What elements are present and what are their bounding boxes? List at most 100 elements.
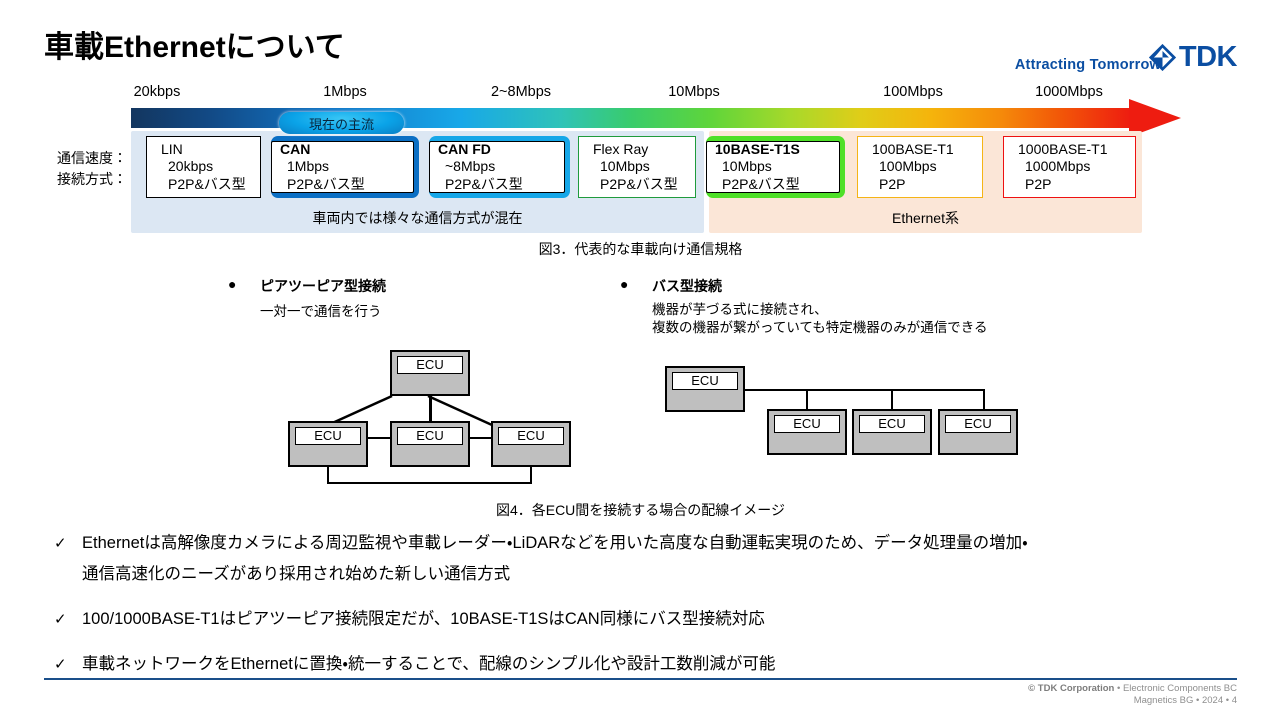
tdk-diamond-icon [1148,44,1176,71]
protocol-box-canfd[interactable]: CAN FD ~8Mbps P2P&バス型 [429,136,570,198]
protocol-speed: ~8Mbps [445,158,496,175]
axis-label-topology: 接続方式： [57,171,127,187]
protocol-box-lin[interactable]: LIN 20kbps P2P&バス型 [146,136,261,198]
p2p-loop-bottom [327,482,532,484]
p2p-heading: ピアツーピア型接続 [260,278,386,294]
p2p-vertical-link [429,396,432,422]
scale-label-4: 100Mbps [883,84,943,100]
footer-divider [44,678,1237,680]
speed-scale-labels: 20kbps 1Mbps 2~8Mbps 10Mbps 100Mbps 1000… [0,84,1281,104]
tdk-wordmark: TDK [1178,41,1238,73]
protocol-box-10base-t1s-inner: 10BASE-T1S 10Mbps P2P&バス型 [706,141,840,193]
slide-root: 車載Ethernetについて Attracting Tomorrow TDK 2… [0,0,1281,721]
ecu-label: ECU [672,372,738,390]
check-icon: ✓ [54,656,67,673]
figure3-caption: 図3．代表的な車載向け通信規格 [538,241,743,257]
scale-label-0: 20kbps [133,84,181,100]
protocol-box-flexray[interactable]: Flex Ray 10Mbps P2P&バス型 [578,136,696,198]
bus-drop-wire [983,389,985,411]
list-item: ✓ Ethernetは高解像度カメラによる周辺監視や車載レーダー・LiDARなど… [52,528,1242,590]
protocol-speed: 1000Mbps [1025,158,1091,175]
scale-label-2: 2~8Mbps [490,84,552,100]
bus-drop-wire [891,389,893,411]
check-icon: ✓ [54,535,67,552]
protocol-topology: P2P&バス型 [445,175,523,192]
ecu-label: ECU [397,356,463,374]
footer-text: © TDK Corporation • Electronic Component… [917,683,1237,706]
ecu-label: ECU [945,415,1011,433]
protocol-topology: P2P [1025,175,1052,192]
p2p-link-left-mid [368,437,391,439]
bus-description-line2: 複数の機器が繋がっていても特定機器のみが通信できる [652,320,988,335]
protocol-name: CAN [280,140,311,157]
p2p-bullet-icon: ● [228,276,237,292]
bus-drop-wire [806,389,808,411]
bus-bullet-icon: ● [620,276,629,292]
scale-label-1: 1Mbps [323,84,367,100]
brand-tagline: Attracting Tomorrow [1014,57,1161,73]
protocol-name: 10BASE-T1S [715,140,800,157]
band-mixed-caption: 車両内では様々な通信方式が混在 [312,210,523,226]
protocol-name: 100BASE-T1 [872,140,954,157]
protocol-box-can[interactable]: CAN 1Mbps P2P&バス型 [271,136,419,198]
summary-bullet-list: ✓ Ethernetは高解像度カメラによる周辺監視や車載レーダー・LiDARなど… [52,528,1242,694]
protocol-speed: 10Mbps [722,158,772,175]
tdk-logo: TDK [1148,41,1238,73]
protocol-topology: P2P [879,175,906,192]
protocol-topology: P2P&バス型 [722,175,800,192]
check-icon: ✓ [54,611,67,628]
bus-heading: バス型接続 [652,278,722,294]
mainstream-badge: 現在の主流 [279,112,404,134]
scale-label-5: 1000Mbps [1035,84,1103,100]
page-title: 車載Ethernetについて [44,31,345,64]
ecu-label: ECU [498,427,564,445]
protocol-name: CAN FD [438,140,491,157]
protocol-box-100base-t1[interactable]: 100BASE-T1 100Mbps P2P [857,136,983,198]
bullet-line-1: 車載ネットワークをEthernetに置換・統一することで、配線のシンプル化や設計… [82,655,776,673]
protocol-box-canfd-inner: CAN FD ~8Mbps P2P&バス型 [429,141,565,193]
protocol-topology: P2P&バス型 [600,175,678,192]
bus-description: 機器が芋づる式に接続され、 複数の機器が繋がっていても特定機器のみが通信できる [652,301,987,337]
scale-label-3: 10Mbps [668,84,720,100]
list-item: ✓ 100/1000BASE-T1はピアツーピア接続限定だが、10BASE-T1… [52,604,1242,635]
bus-trunk-wire [744,389,984,391]
protocol-name: LIN [161,140,183,157]
band-ethernet-caption: Ethernet系 [892,210,959,226]
protocol-speed: 100Mbps [879,158,937,175]
ecu-node[interactable]: ECU [767,409,847,455]
protocol-name: 1000BASE-T1 [1018,140,1108,157]
footer-line-1: © TDK Corporation • Electronic Component… [917,683,1237,695]
protocol-topology: P2P&バス型 [287,175,365,192]
protocol-speed: 10Mbps [600,158,650,175]
protocol-speed: 1Mbps [287,158,330,175]
ecu-label: ECU [774,415,840,433]
list-item: ✓ 車載ネットワークをEthernetに置換・統一することで、配線のシンプル化や… [52,649,1242,680]
ecu-node[interactable]: ECU [288,421,368,467]
footer-copyright: © TDK Corporation [1028,683,1115,694]
axis-label-speed: 通信速度： [57,150,127,166]
bullet-line-1: Ethernetは高解像度カメラによる周辺監視や車載レーダー・LiDARなどを用… [82,534,1028,552]
protocol-box-1000base-t1[interactable]: 1000BASE-T1 1000Mbps P2P [1003,136,1136,198]
protocol-name: Flex Ray [593,140,649,157]
ecu-label: ECU [859,415,925,433]
p2p-description: 一対一で通信を行う [260,304,382,319]
ecu-label: ECU [397,427,463,445]
bus-description-line1: 機器が芋づる式に接続され、 [652,302,828,317]
bullet-line-2: 通信高速化のニーズがあり採用され始めた新しい通信方式 [82,565,511,583]
protocol-box-can-inner: CAN 1Mbps P2P&バス型 [271,141,414,193]
ecu-node[interactable]: ECU [491,421,571,467]
ecu-node[interactable]: ECU [390,350,470,396]
ecu-node[interactable]: ECU [390,421,470,467]
axis-row-labels: 通信速度： 接続方式： [57,148,127,190]
p2p-link-mid-right [470,437,492,439]
footer-line-1-rest: • Electronic Components BC [1114,683,1237,694]
figure4-caption: 図4．各ECU間を接続する場合の配線イメージ [495,502,786,518]
ecu-node[interactable]: ECU [852,409,932,455]
protocol-box-10base-t1s[interactable]: 10BASE-T1S 10Mbps P2P&バス型 [706,136,845,198]
footer-line-2: Magnetics BG • 2024 • 4 [1133,694,1237,706]
ecu-node[interactable]: ECU [665,366,745,412]
bullet-line-1: 100/1000BASE-T1はピアツーピア接続限定だが、10BASE-T1Sは… [82,610,765,628]
ecu-node[interactable]: ECU [938,409,1018,455]
protocol-topology: P2P&バス型 [168,175,246,192]
ecu-label: ECU [295,427,361,445]
